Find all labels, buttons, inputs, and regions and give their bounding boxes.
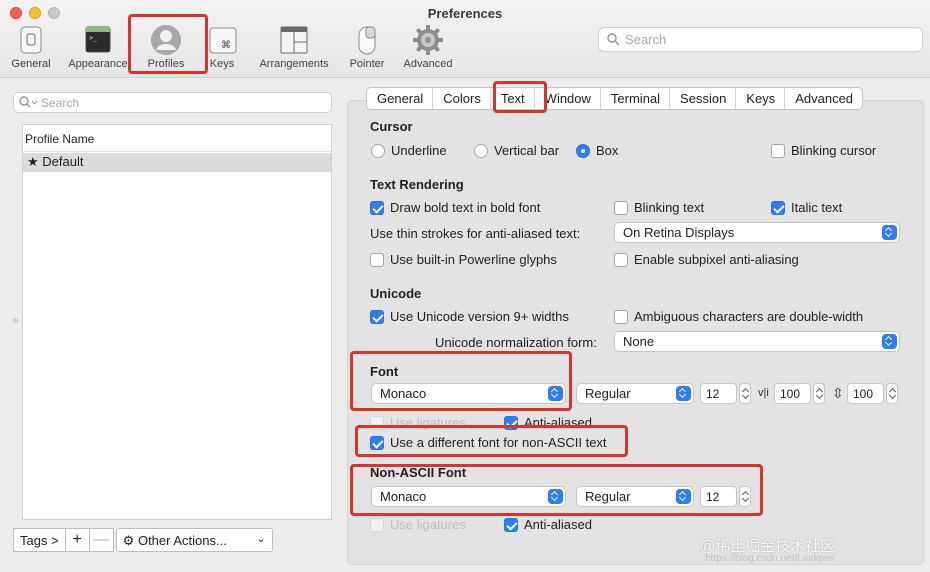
tab-window[interactable]: Window <box>533 88 600 109</box>
unicode-normalization-label: Unicode normalization form: <box>435 335 597 350</box>
keys-icon: ⌘ <box>206 24 238 56</box>
remove-profile-button[interactable]: — <box>89 528 114 552</box>
draw-bold-checkbox[interactable]: Draw bold text in bold font <box>370 200 540 215</box>
vertical-spacing-stepper[interactable] <box>886 383 898 404</box>
different-non-ascii-font-checkbox[interactable]: Use a different font for non-ASCII text <box>370 435 607 450</box>
subpixel-aa-checkbox[interactable]: Enable subpixel anti-aliasing <box>614 252 799 267</box>
font-heading: Font <box>370 364 399 379</box>
non-ascii-font-size-stepper[interactable] <box>739 486 751 507</box>
window-title: Preferences <box>427 6 503 21</box>
toolbar-profiles[interactable]: Profiles <box>137 24 195 70</box>
horizontal-spacing-field[interactable]: 100 <box>774 383 811 404</box>
profile-list: Profile Name ★ Default <box>22 124 332 520</box>
updown-arrows-icon <box>548 386 563 401</box>
profile-actions-bar: Tags > + — ⚙ Other Actions... ⌄ <box>13 528 273 552</box>
vertical-spacing-field[interactable]: 100 <box>847 383 884 404</box>
non-ascii-font-heading: Non-ASCII Font <box>370 465 467 480</box>
updown-arrows-icon <box>882 334 897 349</box>
arrangements-icon <box>278 24 310 56</box>
svg-text:>_: >_ <box>89 34 98 42</box>
toolbar-keys[interactable]: ⌘ Keys <box>205 24 239 70</box>
non-ascii-anti-aliased-checkbox[interactable]: Anti-aliased <box>504 517 592 532</box>
font-style-select[interactable]: Regular <box>576 383 694 404</box>
pointer-icon <box>351 24 383 56</box>
updown-arrows-icon <box>676 489 691 504</box>
cursor-underline-radio[interactable]: Underline <box>371 143 447 158</box>
tab-keys[interactable]: Keys <box>735 88 784 109</box>
ambiguous-double-width-checkbox[interactable]: Ambiguous characters are double-width <box>614 309 863 324</box>
non-ascii-font-style-select[interactable]: Regular <box>576 486 694 507</box>
tab-session[interactable]: Session <box>669 88 735 109</box>
profile-tabs: General Colors Text Window Terminal Sess… <box>366 87 864 110</box>
font-family-select[interactable]: Monaco <box>371 383 566 404</box>
profile-name-column-header[interactable]: Profile Name <box>23 125 331 152</box>
updown-arrows-icon <box>882 225 897 240</box>
blinking-cursor-checkbox[interactable]: Blinking cursor <box>771 143 876 158</box>
tab-terminal[interactable]: Terminal <box>599 88 669 109</box>
profile-search-input[interactable]: Search <box>13 92 332 113</box>
unicode-heading: Unicode <box>370 286 422 301</box>
unicode-v9-widths-checkbox[interactable]: Use Unicode version 9+ widths <box>370 309 569 324</box>
toolbar-appearance[interactable]: >_ Appearance <box>64 24 132 70</box>
unicode-normalization-select[interactable]: None <box>614 331 900 352</box>
general-icon <box>15 24 47 56</box>
horizontal-spacing-stepper[interactable] <box>813 383 825 404</box>
search-icon <box>19 96 39 112</box>
non-ascii-ligatures-checkbox[interactable]: Use ligatures <box>370 517 466 532</box>
svg-text:⌘: ⌘ <box>221 40 231 51</box>
font-ligatures-checkbox[interactable]: Use ligatures <box>370 415 466 430</box>
gear-icon: ⚙ <box>122 533 135 548</box>
toolbar-pointer[interactable]: Pointer <box>345 24 389 70</box>
watermark-url: https://blog.csdn.net/Lindqvw <box>705 553 834 564</box>
thin-strokes-label: Use thin strokes for anti-aliased text: <box>370 226 581 241</box>
search-icon <box>607 33 620 49</box>
thin-strokes-select[interactable]: On Retina Displays <box>614 222 900 243</box>
add-profile-button[interactable]: + <box>65 528 90 552</box>
updown-arrows-icon <box>548 489 563 504</box>
advanced-gear-icon <box>412 24 444 56</box>
non-ascii-font-size-field[interactable]: 12 <box>700 486 737 507</box>
font-size-stepper[interactable] <box>739 383 751 404</box>
blinking-text-checkbox[interactable]: Blinking text <box>614 200 704 215</box>
font-anti-aliased-checkbox[interactable]: Anti-aliased <box>504 415 592 430</box>
tab-colors[interactable]: Colors <box>432 88 490 109</box>
appearance-icon: >_ <box>82 24 114 56</box>
tags-button[interactable]: Tags > <box>13 528 66 552</box>
horizontal-spacing-icon: v|i <box>758 387 769 399</box>
toolbar-general[interactable]: General <box>8 24 54 70</box>
cursor-vertical-bar-radio[interactable]: Vertical bar <box>474 143 559 158</box>
italic-text-checkbox[interactable]: Italic text <box>771 200 842 215</box>
other-actions-menu[interactable]: ⚙ Other Actions... ⌄ <box>115 528 273 552</box>
split-view-handle[interactable] <box>13 318 18 323</box>
chevron-down-icon: ⌄ <box>256 533 266 545</box>
font-size-field[interactable]: 12 <box>700 383 737 404</box>
cursor-box-radio[interactable]: Box <box>576 143 618 158</box>
toolbar-arrangements[interactable]: Arrangements <box>254 24 334 70</box>
updown-arrows-icon <box>676 386 691 401</box>
tab-advanced[interactable]: Advanced <box>784 88 862 109</box>
tab-general[interactable]: General <box>367 88 432 109</box>
powerline-glyphs-checkbox[interactable]: Use built-in Powerline glyphs <box>370 252 557 267</box>
title-bar: Preferences General >_ Appearance Profil… <box>0 0 930 78</box>
toolbar-search-input[interactable]: Search <box>598 27 923 52</box>
tab-text[interactable]: Text <box>489 88 534 109</box>
toolbar-advanced[interactable]: Advanced <box>400 24 456 70</box>
profiles-icon <box>150 24 182 56</box>
non-ascii-font-family-select[interactable]: Monaco <box>371 486 566 507</box>
vertical-spacing-icon: ⇳ <box>832 385 844 401</box>
profile-row-default[interactable]: ★ Default <box>23 153 331 172</box>
cursor-heading: Cursor <box>370 119 413 134</box>
text-rendering-heading: Text Rendering <box>370 177 464 192</box>
